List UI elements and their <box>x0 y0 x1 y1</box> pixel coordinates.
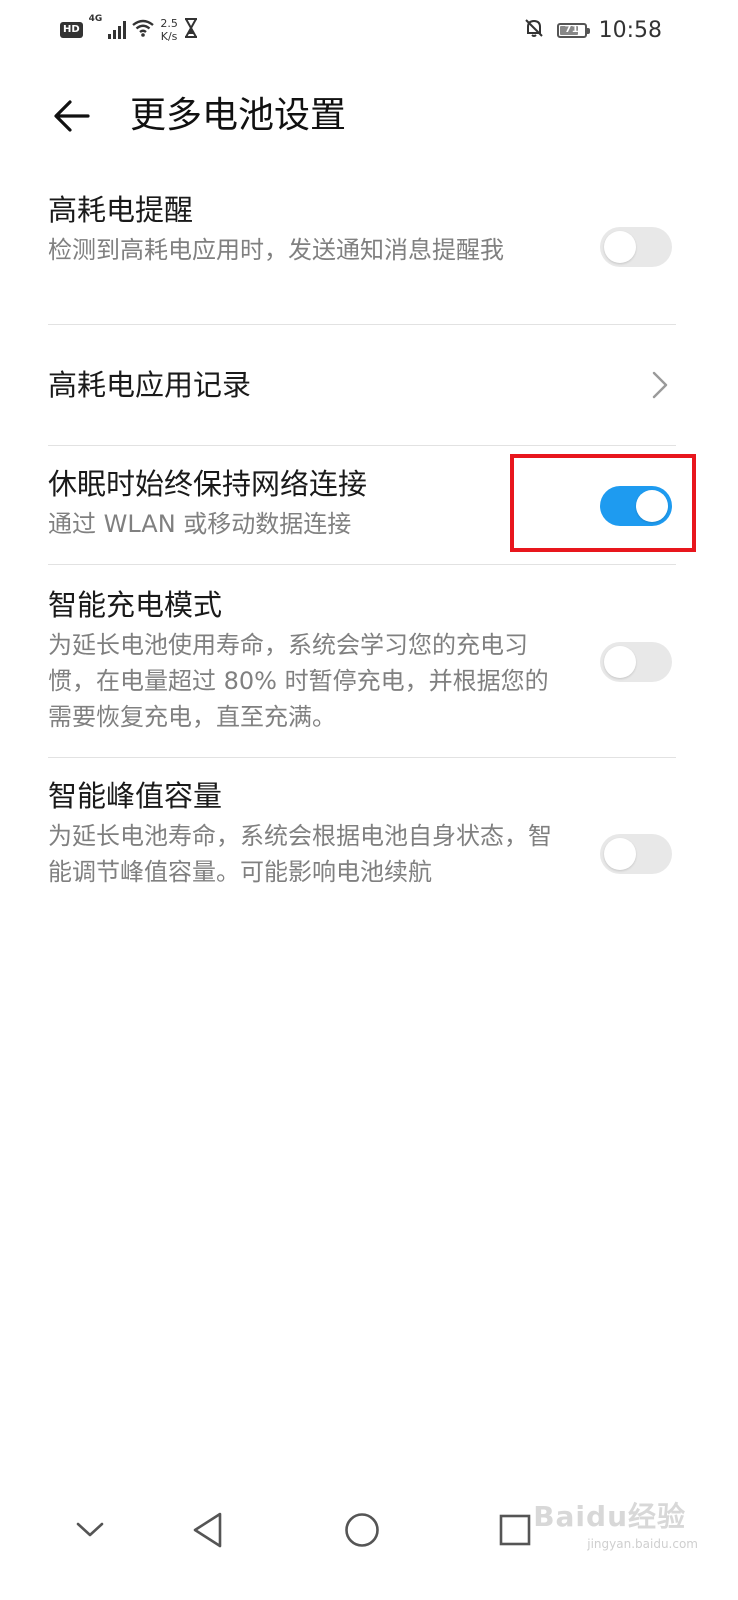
smart-charging-switch[interactable] <box>600 642 672 682</box>
watermark-url: jingyan.baidu.com <box>587 1537 698 1551</box>
nav-home-button[interactable] <box>334 1502 390 1558</box>
setting-description: 通过 WLAN 或移动数据连接 <box>48 510 352 538</box>
switch-knob <box>604 646 636 678</box>
back-button[interactable] <box>48 92 96 140</box>
switch-knob <box>604 838 636 870</box>
highlight-annotation <box>510 454 696 552</box>
battery-icon: 71 <box>556 22 590 38</box>
settings-list: 高耗电提醒 检测到高耗电应用时，发送通知消息提醒我 高耗电应用记录 休眠时始终保… <box>48 170 676 948</box>
chevron-down-icon <box>76 1522 104 1537</box>
setting-description: 为延长电池使用寿命，系统会学习您的充电习惯，在电量超过 80% 时暂停充电，并根… <box>48 631 549 731</box>
square-recents-icon <box>499 1514 531 1546</box>
wifi-icon <box>132 19 155 41</box>
smart-peak-capacity-switch[interactable] <box>600 834 672 874</box>
network-speed: 2.5 K/s <box>160 17 178 43</box>
triangle-back-icon <box>193 1512 222 1548</box>
high-power-alert-switch[interactable] <box>600 227 672 267</box>
status-bar: HD 4G 2.5 K/s 71 10:58 <box>0 0 738 60</box>
chevron-right-icon <box>652 371 668 399</box>
setting-description: 为延长电池寿命，系统会根据电池自身状态，智能调节峰值容量。可能影响电池续航 <box>48 822 552 886</box>
setting-high-power-app-records[interactable]: 高耗电应用记录 <box>48 325 676 446</box>
setting-description: 检测到高耗电应用时，发送通知消息提醒我 <box>48 236 504 264</box>
setting-title: 高耗电应用记录 <box>48 368 252 402</box>
arrow-left-icon <box>54 100 90 132</box>
hourglass-icon <box>184 18 198 42</box>
status-left-icons: HD 4G 2.5 K/s <box>60 12 198 48</box>
switch-knob <box>604 231 636 263</box>
page-title: 更多电池设置 <box>130 95 347 136</box>
network-generation: 4G <box>88 14 103 24</box>
status-right-icons: 71 10:58 <box>523 12 662 48</box>
speed-value: 2.5 <box>160 17 178 30</box>
battery-level: 71 <box>564 23 579 35</box>
setting-title: 智能充电模式 <box>48 588 223 622</box>
setting-smart-peak-capacity[interactable]: 智能峰值容量 为延长电池寿命，系统会根据电池自身状态，智能调节峰值容量。可能影响… <box>48 758 676 948</box>
battery-tip <box>586 27 590 34</box>
signal-icon <box>108 21 127 39</box>
setting-title: 智能峰值容量 <box>48 779 223 813</box>
setting-smart-charging[interactable]: 智能充电模式 为延长电池使用寿命，系统会学习您的充电习惯，在电量超过 80% 时… <box>48 565 676 758</box>
nav-back-button[interactable] <box>180 1502 236 1558</box>
circle-home-icon <box>345 1513 379 1547</box>
nav-hide-button[interactable] <box>62 1502 118 1558</box>
setting-title: 高耗电提醒 <box>48 193 194 227</box>
watermark-logo: Baidu经验 <box>533 1500 686 1533</box>
setting-high-power-alert[interactable]: 高耗电提醒 检测到高耗电应用时，发送通知消息提醒我 <box>48 170 676 325</box>
hd-badge: HD <box>60 22 83 38</box>
header: 更多电池设置 <box>0 78 738 154</box>
bell-off-icon <box>523 17 545 43</box>
speed-unit: K/s <box>160 30 178 43</box>
clock: 10:58 <box>598 17 662 43</box>
